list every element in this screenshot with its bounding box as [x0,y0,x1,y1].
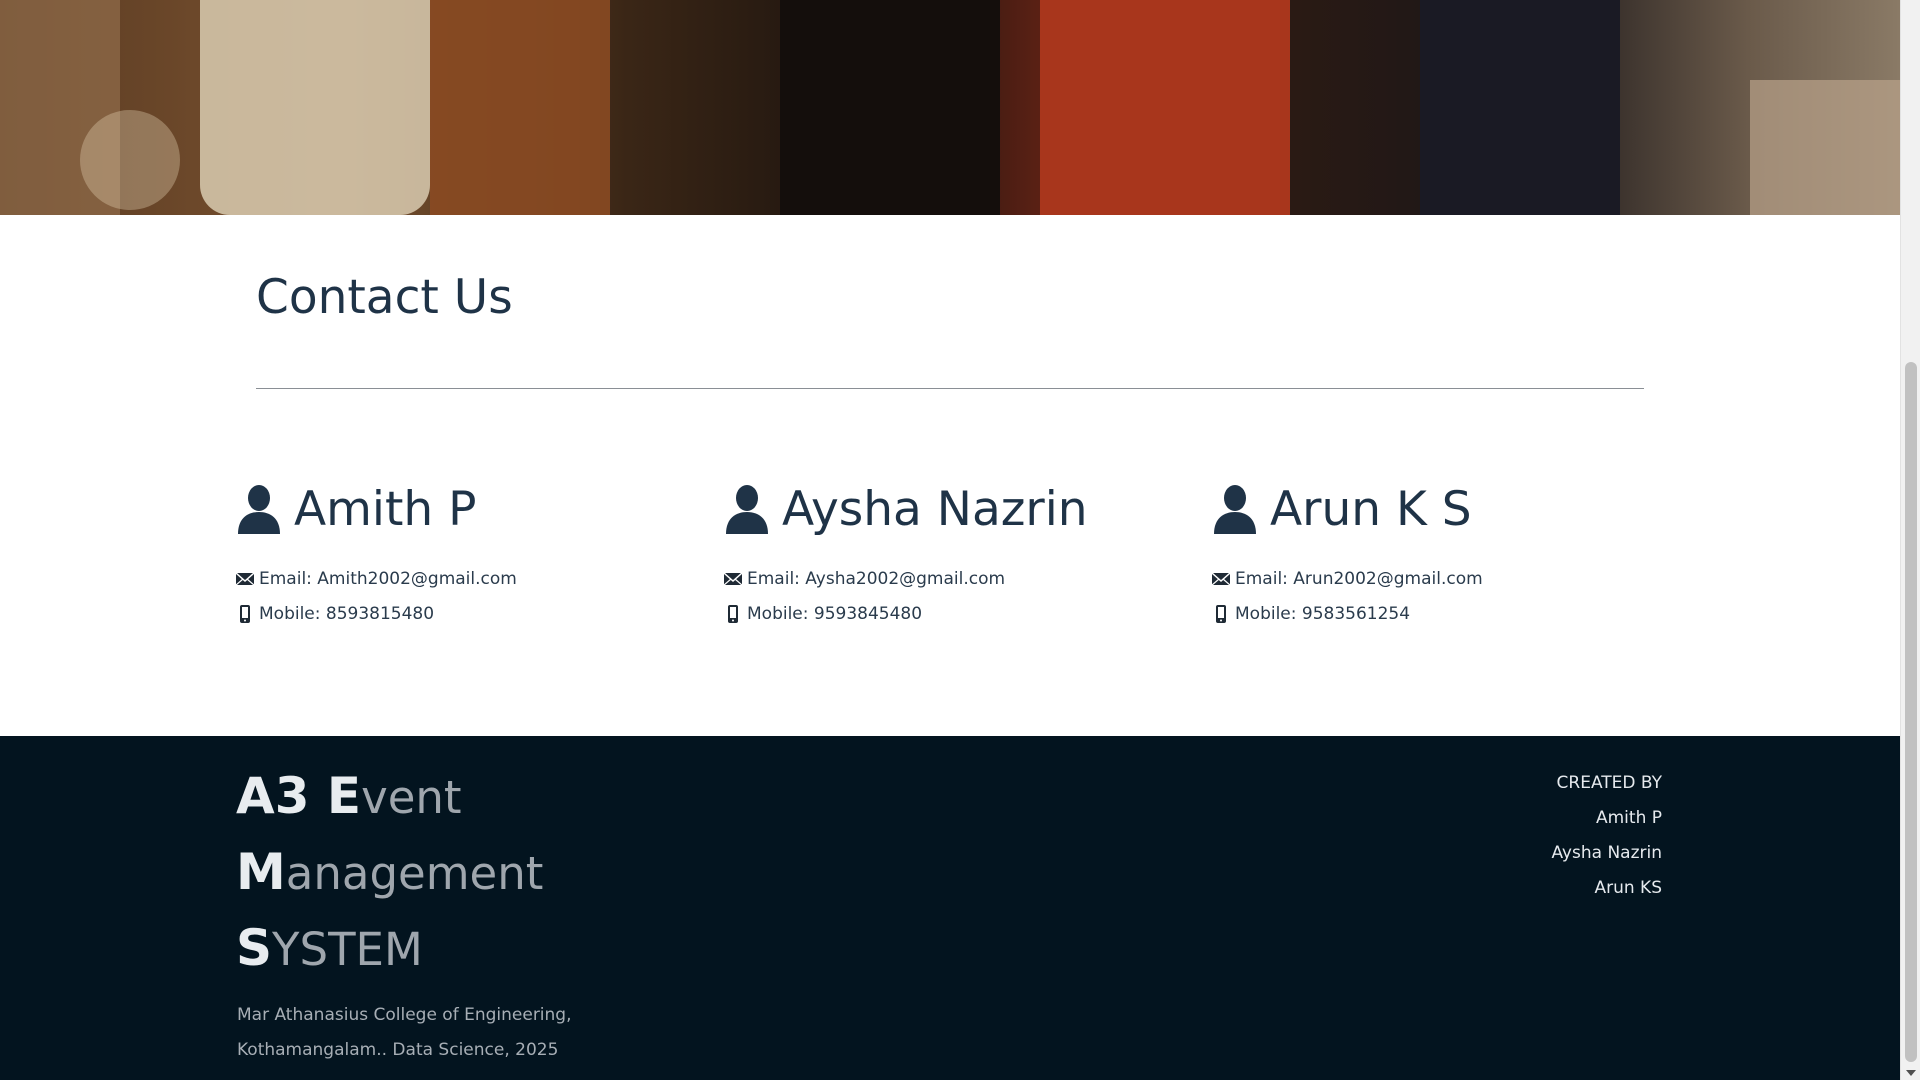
divider [256,388,1644,389]
contact-people: Amith P Email: Amith2002@gmail.com Mobil… [236,478,1676,638]
created-by-heading: CREATED BY [1556,773,1662,793]
envelope-icon [1212,571,1230,585]
contact-card: Aysha Nazrin Email: Aysha2002@gmail.com … [724,478,1184,631]
contact-name: Amith P [294,481,477,537]
user-icon [1214,485,1256,534]
address-line: Kothamangalam.. Data Science, 2025 [237,1040,559,1060]
scrollbar-thumb[interactable] [1905,362,1917,1062]
email-line[interactable]: Email: Arun2002@gmail.com [1212,561,1672,596]
email-text: Email: Aysha2002@gmail.com [747,568,1006,589]
envelope-icon [724,571,742,585]
contact-title: Contact Us [256,270,513,325]
mobile-line[interactable]: Mobile: 9593845480 [724,596,1184,631]
contact-card: Arun K S Email: Arun2002@gmail.com Mobil… [1212,478,1672,631]
footer-address: Mar Athanasius College of Engineering, K… [237,998,572,1068]
creator-name: Aysha Nazrin [1551,843,1662,863]
user-icon [238,485,280,534]
envelope-icon [236,571,254,585]
mobile-text: Mobile: 9593845480 [747,603,923,624]
created-by: CREATED BY Amith P Aysha Nazrin Arun KS [1551,766,1662,906]
email-line[interactable]: Email: Amith2002@gmail.com [236,561,696,596]
phone-icon [240,604,250,623]
hero-photo [0,0,1900,215]
email-text: Email: Arun2002@gmail.com [1235,568,1483,589]
brand-word: YSTEM [272,923,423,976]
vertical-scrollbar[interactable] [1900,0,1920,1080]
mobile-line[interactable]: Mobile: 8593815480 [236,596,696,631]
mobile-line[interactable]: Mobile: 9583561254 [1212,596,1672,631]
creator-name: Amith P [1595,808,1662,828]
brand-initial: M [236,843,286,901]
contact-name: Aysha Nazrin [782,481,1088,537]
brand-word: anagement [285,847,544,900]
phone-icon [728,604,738,623]
footer: A3 Event Management SYSTEM Mar Athanasiu… [0,736,1900,1080]
mobile-text: Mobile: 8593815480 [259,603,435,624]
contact-card: Amith P Email: Amith2002@gmail.com Mobil… [236,478,696,631]
email-text: Email: Amith2002@gmail.com [259,568,517,589]
mobile-text: Mobile: 9583561254 [1235,603,1411,624]
creator-name: Arun KS [1594,878,1662,898]
contact-name: Arun K S [1270,481,1472,537]
brand-initial: A3 E [236,767,362,825]
brand-logo: A3 Event Management SYSTEM [236,758,543,986]
brand-word: vent [361,771,462,824]
user-icon [726,485,768,534]
address-line: Mar Athanasius College of Engineering, [237,1005,572,1025]
page: Contact Us Amith P Email: Amith2002@gmai… [0,0,1900,1080]
scroll-down-arrow-icon[interactable] [1906,1070,1916,1076]
email-line[interactable]: Email: Aysha2002@gmail.com [724,561,1184,596]
phone-icon [1216,604,1226,623]
brand-initial: S [236,919,273,977]
